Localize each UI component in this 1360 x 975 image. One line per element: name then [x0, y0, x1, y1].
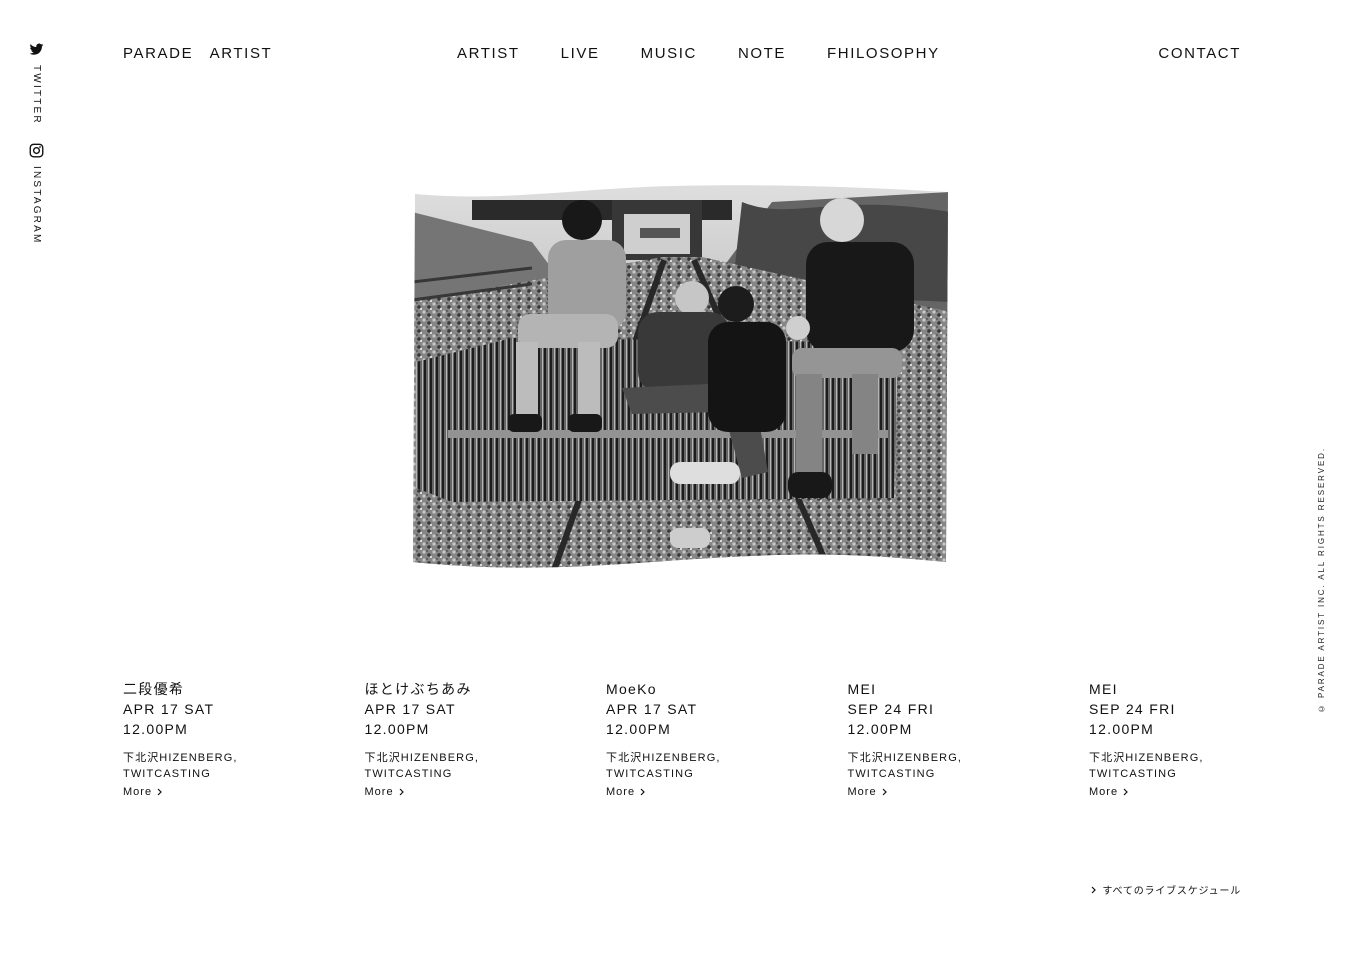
- event-time: 12.00PM: [364, 721, 430, 737]
- more-label: More: [847, 786, 877, 798]
- social-links: TWITTER INSTAGRAM: [24, 42, 48, 244]
- chevron-right-icon: [640, 788, 645, 796]
- hero-photo: [413, 185, 948, 568]
- all-live-schedule-link[interactable]: すべてのライブスケジュール: [1091, 882, 1241, 897]
- more-label: More: [123, 786, 153, 798]
- nav-philosophy[interactable]: FHILOSOPHY: [827, 45, 940, 62]
- event-card: 二段優希 APR 17 SAT 12.00PM 下北沢HIZENBERG, TW…: [123, 679, 365, 800]
- more-label: More: [1089, 786, 1119, 798]
- twitter-label: TWITTER: [31, 65, 42, 125]
- event-date: SEP 24 FRI: [1089, 701, 1176, 717]
- nav-note[interactable]: NOTE: [738, 45, 786, 62]
- twitter-icon: [29, 43, 43, 55]
- event-venue: 下北沢HIZENBERG, TWITCASTING: [1089, 752, 1204, 780]
- event-date: APR 17 SAT: [606, 701, 698, 717]
- chevron-right-icon: [1123, 788, 1128, 796]
- event-time: 12.00PM: [847, 721, 913, 737]
- more-label: More: [364, 786, 394, 798]
- nav-contact[interactable]: CONTACT: [1158, 45, 1241, 62]
- event-card: MEI SEP 24 FRI 12.00PM 下北沢HIZENBERG, TWI…: [848, 679, 1090, 800]
- event-more-link[interactable]: More: [606, 784, 645, 800]
- twitter-link[interactable]: TWITTER: [24, 42, 48, 125]
- event-artist: ほとけぶちあみ: [364, 681, 472, 697]
- chevron-right-icon: [399, 788, 404, 796]
- event-card: ほとけぶちあみ APR 17 SAT 12.00PM 下北沢HIZENBERG,…: [365, 679, 607, 800]
- chevron-right-icon: [157, 788, 162, 796]
- site-logo[interactable]: PARADE ARTIST: [123, 45, 272, 62]
- chevron-right-icon: [1091, 886, 1097, 893]
- event-date: SEP 24 FRI: [847, 701, 935, 717]
- event-time: 12.00PM: [1089, 721, 1155, 737]
- chevron-right-icon: [882, 788, 887, 796]
- nav-music[interactable]: MUSIC: [641, 45, 697, 62]
- event-date: APR 17 SAT: [123, 701, 215, 717]
- main-nav: ARTIST LIVE MUSIC NOTE FHILOSOPHY: [457, 45, 940, 62]
- nav-artist[interactable]: ARTIST: [457, 45, 520, 62]
- hero-image: [412, 182, 950, 576]
- live-schedule: 二段優希 APR 17 SAT 12.00PM 下北沢HIZENBERG, TW…: [123, 679, 1241, 800]
- event-card: MoeKo APR 17 SAT 12.00PM 下北沢HIZENBERG, T…: [606, 679, 848, 800]
- more-label: More: [606, 786, 636, 798]
- event-venue: 下北沢HIZENBERG, TWITCASTING: [364, 752, 480, 780]
- event-artist: MEI: [847, 681, 877, 697]
- instagram-link[interactable]: INSTAGRAM: [24, 143, 48, 245]
- event-artist: MoeKo: [606, 681, 657, 697]
- instagram-label: INSTAGRAM: [31, 165, 42, 245]
- event-more-link[interactable]: More: [1089, 784, 1128, 800]
- event-more-link[interactable]: More: [848, 784, 887, 800]
- event-venue: 下北沢HIZENBERG, TWITCASTING: [606, 752, 721, 780]
- nav-live[interactable]: LIVE: [561, 45, 600, 62]
- event-time: 12.00PM: [606, 721, 672, 737]
- event-card: MEI SEP 24 FRI 12.00PM 下北沢HIZENBERG, TWI…: [1089, 679, 1219, 800]
- event-venue: 下北沢HIZENBERG, TWITCASTING: [847, 752, 963, 780]
- event-date: APR 17 SAT: [364, 701, 456, 717]
- event-time: 12.00PM: [123, 721, 189, 737]
- event-more-link[interactable]: More: [123, 784, 162, 800]
- instagram-icon: [29, 143, 43, 158]
- all-schedule-label: すべてのライブスケジュール: [1102, 886, 1241, 897]
- event-artist: MEI: [1089, 681, 1118, 697]
- event-more-link[interactable]: More: [365, 784, 404, 800]
- event-venue: 下北沢HIZENBERG, TWITCASTING: [123, 752, 238, 780]
- event-artist: 二段優希: [123, 681, 185, 697]
- copyright-text: © PARADE ARTIST INC. ALL RIGHTS RESERVED…: [1317, 447, 1326, 714]
